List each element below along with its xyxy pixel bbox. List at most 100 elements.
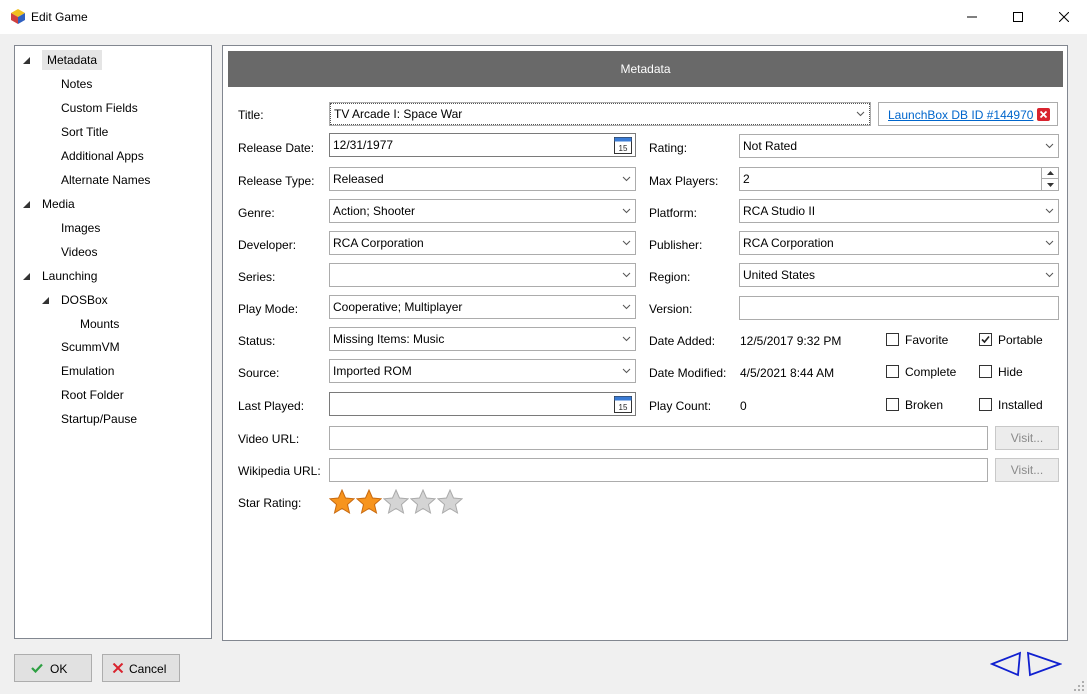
checkbox-box[interactable] xyxy=(979,365,992,378)
play-mode-combo[interactable]: Cooperative; Multiplayer xyxy=(329,295,636,319)
star-icon[interactable] xyxy=(329,489,355,515)
complete-label: Complete xyxy=(905,365,957,379)
calendar-icon[interactable]: 15 xyxy=(614,136,632,154)
checkbox-box[interactable] xyxy=(979,398,992,411)
video-visit-button[interactable]: Visit... xyxy=(995,426,1059,450)
max-players-label: Max Players: xyxy=(649,174,719,188)
developer-combo[interactable]: RCA Corporation xyxy=(329,231,636,255)
genre-value: Action; Shooter xyxy=(333,204,416,218)
resize-grip-icon[interactable] xyxy=(1073,680,1085,692)
tree-item-sort-title[interactable]: Sort Title xyxy=(61,122,108,142)
tree-item-label: Root Folder xyxy=(61,388,124,402)
publisher-combo[interactable]: RCA Corporation xyxy=(739,231,1059,255)
series-label: Series: xyxy=(238,270,276,284)
tree-item-notes[interactable]: Notes xyxy=(61,74,92,94)
checkbox-box[interactable] xyxy=(886,398,899,411)
navigation-tree[interactable]: Metadata Notes Custom Fields Sort Title … xyxy=(14,45,212,639)
chevron-down-icon xyxy=(622,304,631,310)
tree-item-emulation[interactable]: Emulation xyxy=(61,361,114,381)
launchbox-db-link[interactable]: LaunchBox DB ID #144970 xyxy=(878,102,1058,126)
region-value: United States xyxy=(743,268,816,282)
increment-button[interactable] xyxy=(1042,168,1058,179)
wikipedia-url-input[interactable] xyxy=(329,458,988,482)
tree-item-root-folder[interactable]: Root Folder xyxy=(61,385,124,405)
region-combo[interactable]: United States xyxy=(739,263,1059,287)
video-url-input[interactable] xyxy=(329,426,988,450)
previous-arrow-icon[interactable] xyxy=(990,651,1022,677)
metadata-panel: Metadata Title: Release Date: Release Ty… xyxy=(222,45,1068,641)
source-combo[interactable]: Imported ROM xyxy=(329,359,636,383)
max-players-stepper[interactable]: 2 xyxy=(739,167,1059,191)
spin-buttons[interactable] xyxy=(1041,168,1058,190)
title-label: Title: xyxy=(238,108,264,122)
star-icon[interactable] xyxy=(383,489,409,515)
release-type-value: Released xyxy=(333,172,384,186)
star-icon[interactable] xyxy=(410,489,436,515)
tree-item-startup-pause[interactable]: Startup/Pause xyxy=(61,409,137,429)
max-players-value: 2 xyxy=(743,172,750,186)
maximize-button[interactable] xyxy=(995,0,1041,34)
chevron-down-icon xyxy=(1045,272,1054,278)
wikipedia-visit-button[interactable]: Visit... xyxy=(995,458,1059,482)
play-mode-value: Cooperative; Multiplayer xyxy=(333,300,463,314)
tree-item-label: Metadata xyxy=(42,50,103,70)
launchbox-app-icon xyxy=(11,9,25,24)
rating-combo[interactable]: Not Rated xyxy=(739,134,1059,158)
remove-link-icon[interactable] xyxy=(1037,108,1050,121)
window-title: Edit Game xyxy=(31,10,88,24)
close-icon xyxy=(1059,12,1069,22)
tree-item-label: Sort Title xyxy=(61,125,109,139)
platform-combo[interactable]: RCA Studio II xyxy=(739,199,1059,223)
version-input[interactable] xyxy=(739,296,1059,320)
cancel-x-icon xyxy=(112,663,124,673)
genre-combo[interactable]: Action; Shooter xyxy=(329,199,636,223)
genre-label: Genre: xyxy=(238,206,275,220)
release-type-combo[interactable]: Released xyxy=(329,167,636,191)
close-button[interactable] xyxy=(1041,0,1087,34)
tree-item-alternate-names[interactable]: Alternate Names xyxy=(61,170,150,190)
tree-item-mounts[interactable]: Mounts xyxy=(80,314,119,334)
checkbox-box[interactable] xyxy=(886,365,899,378)
tree-item-additional-apps[interactable]: Additional Apps xyxy=(61,146,144,166)
previous-next-arrows[interactable] xyxy=(990,650,1062,678)
tree-item-custom-fields[interactable]: Custom Fields xyxy=(61,98,138,118)
cancel-button[interactable]: Cancel xyxy=(102,654,180,682)
status-label: Status: xyxy=(238,334,276,348)
video-url-label: Video URL: xyxy=(238,432,300,446)
star-icon[interactable] xyxy=(437,489,463,515)
tree-item-label: Videos xyxy=(61,245,98,259)
region-label: Region: xyxy=(649,270,691,284)
star-icon[interactable] xyxy=(356,489,382,515)
last-played-picker[interactable]: 15 xyxy=(329,392,636,416)
launchbox-db-link-text[interactable]: LaunchBox DB ID #144970 xyxy=(888,108,1033,122)
ok-button[interactable]: OK xyxy=(14,654,92,682)
checkbox-box[interactable] xyxy=(979,333,992,346)
checkmark-icon xyxy=(981,335,990,344)
rating-label: Rating: xyxy=(649,141,688,155)
tree-item-label: ScummVM xyxy=(61,340,120,354)
play-count-label: Play Count: xyxy=(649,399,712,413)
hide-label: Hide xyxy=(998,365,1023,379)
tree-item-images[interactable]: Images xyxy=(61,218,100,238)
release-date-picker[interactable]: 12/31/1977 15 xyxy=(329,133,636,157)
calendar-icon[interactable]: 15 xyxy=(614,395,632,413)
window-titlebar: Edit Game xyxy=(0,0,1087,34)
portable-label: Portable xyxy=(998,333,1043,347)
maximize-icon xyxy=(1013,12,1023,22)
checkmark-icon xyxy=(31,663,43,673)
minimize-button[interactable] xyxy=(949,0,995,34)
title-combo[interactable]: TV Arcade I: Space War xyxy=(329,102,871,126)
status-value: Missing Items: Music xyxy=(333,332,445,346)
checkbox-box[interactable] xyxy=(886,333,899,346)
release-type-label: Release Type: xyxy=(238,174,315,188)
tree-item-label: Custom Fields xyxy=(61,101,138,115)
series-combo[interactable] xyxy=(329,263,636,287)
tree-item-videos[interactable]: Videos xyxy=(61,242,97,262)
developer-value: RCA Corporation xyxy=(333,236,424,250)
status-combo[interactable]: Missing Items: Music xyxy=(329,327,636,351)
ok-label: OK xyxy=(50,662,68,676)
expanded-triangle-icon xyxy=(23,201,30,208)
tree-item-scummvm[interactable]: ScummVM xyxy=(61,337,120,357)
decrement-button[interactable] xyxy=(1042,179,1058,190)
next-arrow-icon[interactable] xyxy=(1026,651,1062,677)
